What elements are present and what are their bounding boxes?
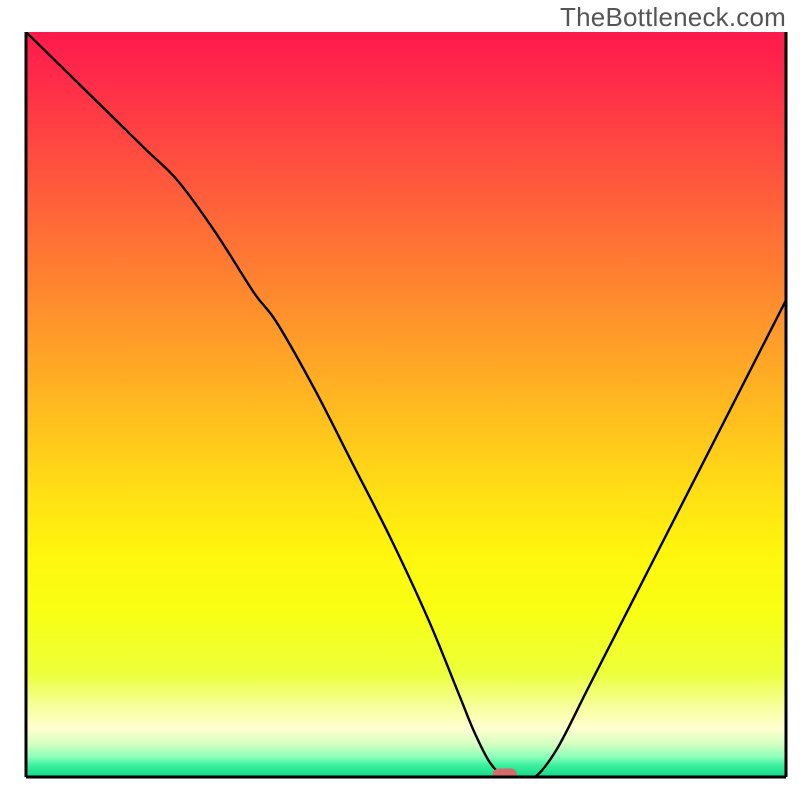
optimal-marker bbox=[493, 769, 517, 782]
plot-area bbox=[26, 32, 786, 782]
chart-container: TheBottleneck.com bbox=[0, 0, 800, 800]
bottleneck-chart bbox=[0, 0, 800, 800]
watermark-text: TheBottleneck.com bbox=[560, 2, 786, 33]
